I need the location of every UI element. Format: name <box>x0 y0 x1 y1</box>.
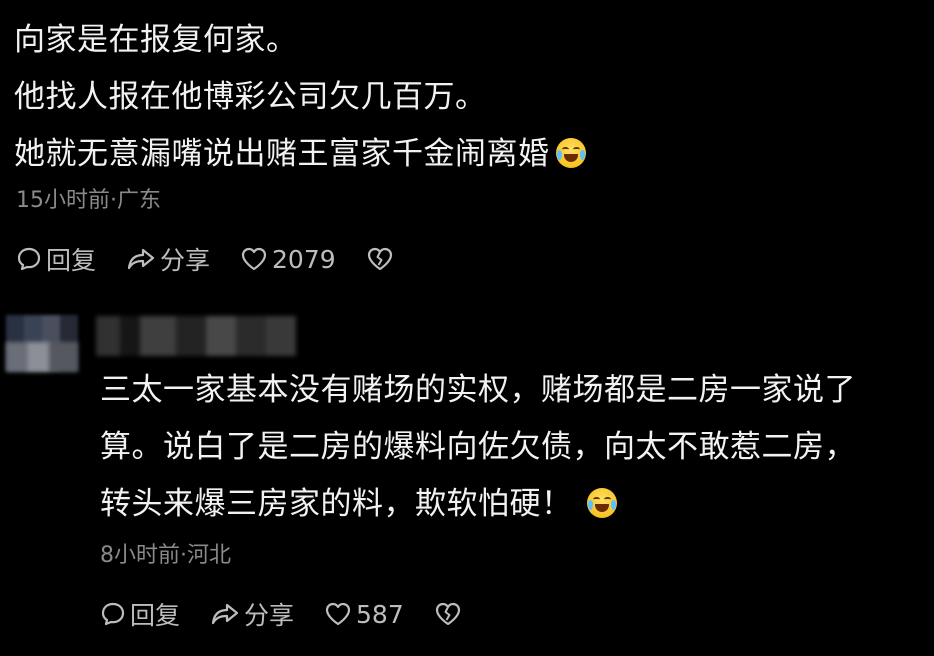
comment-line: 三太一家基本没有赌场的实权，赌场都是二房一家说了 <box>100 372 856 408</box>
comment-meta: 8小时前·河北 <box>100 543 231 568</box>
dislike-button[interactable] <box>366 246 398 272</box>
comment-text: 三太一家基本没有赌场的实权，赌场都是二房一家说了 算。说白了是二房的爆料向佐欠债… <box>100 362 856 533</box>
share-button[interactable]: 分享 <box>210 596 294 632</box>
share-arrow-icon <box>127 248 155 270</box>
share-label: 分享 <box>160 246 211 275</box>
comment-actions: 回复 分享 587 <box>100 596 496 632</box>
avatar-blur <box>6 342 78 372</box>
heart-icon <box>325 602 351 626</box>
dislike-button[interactable] <box>434 601 466 627</box>
comment-line: 他找人报在他博彩公司欠几百万。 <box>14 79 487 115</box>
reply-label: 回复 <box>130 601 181 630</box>
share-label: 分享 <box>244 601 295 630</box>
comment-line: 向家是在报复何家。 <box>14 22 298 58</box>
like-count: 2079 <box>272 244 336 274</box>
broken-heart-icon <box>435 602 460 626</box>
heart-icon <box>241 247 267 271</box>
share-arrow-icon <box>211 603 239 625</box>
share-button[interactable]: 分享 <box>126 241 210 277</box>
like-button[interactable]: 587 <box>324 600 404 629</box>
comment-line: 她就无意漏嘴说出赌王富家千金闹离婚 <box>14 126 586 183</box>
reply-button[interactable]: 回复 <box>100 596 180 632</box>
reply-button[interactable]: 回复 <box>16 241 96 277</box>
comment-line: 算。说白了是二房的爆料向佐欠债，向太不敢惹二房， <box>100 429 856 465</box>
like-button[interactable]: 2079 <box>240 245 336 274</box>
comment-line-text: 转头来爆三房家的料，欺软怕硬！ <box>100 486 573 522</box>
crying-laughing-emoji-icon <box>586 488 617 518</box>
comment-line: 转头来爆三房家的料，欺软怕硬！ <box>100 476 856 533</box>
crying-laughing-emoji-icon <box>555 138 586 168</box>
like-count: 587 <box>356 599 404 629</box>
reply-bubble-icon <box>101 602 125 626</box>
comment-text: 向家是在报复何家。 他找人报在他博彩公司欠几百万。 她就无意漏嘴说出赌王富家千金… <box>14 12 586 183</box>
comment-line-text: 她就无意漏嘴说出赌王富家千金闹离婚 <box>14 136 550 172</box>
comment-actions: 回复 分享 2079 <box>16 241 428 277</box>
reply-label: 回复 <box>46 246 97 275</box>
comment-meta: 15小时前·广东 <box>16 188 161 213</box>
broken-heart-icon <box>367 247 392 271</box>
username[interactable] <box>96 316 296 356</box>
reply-bubble-icon <box>17 247 41 271</box>
